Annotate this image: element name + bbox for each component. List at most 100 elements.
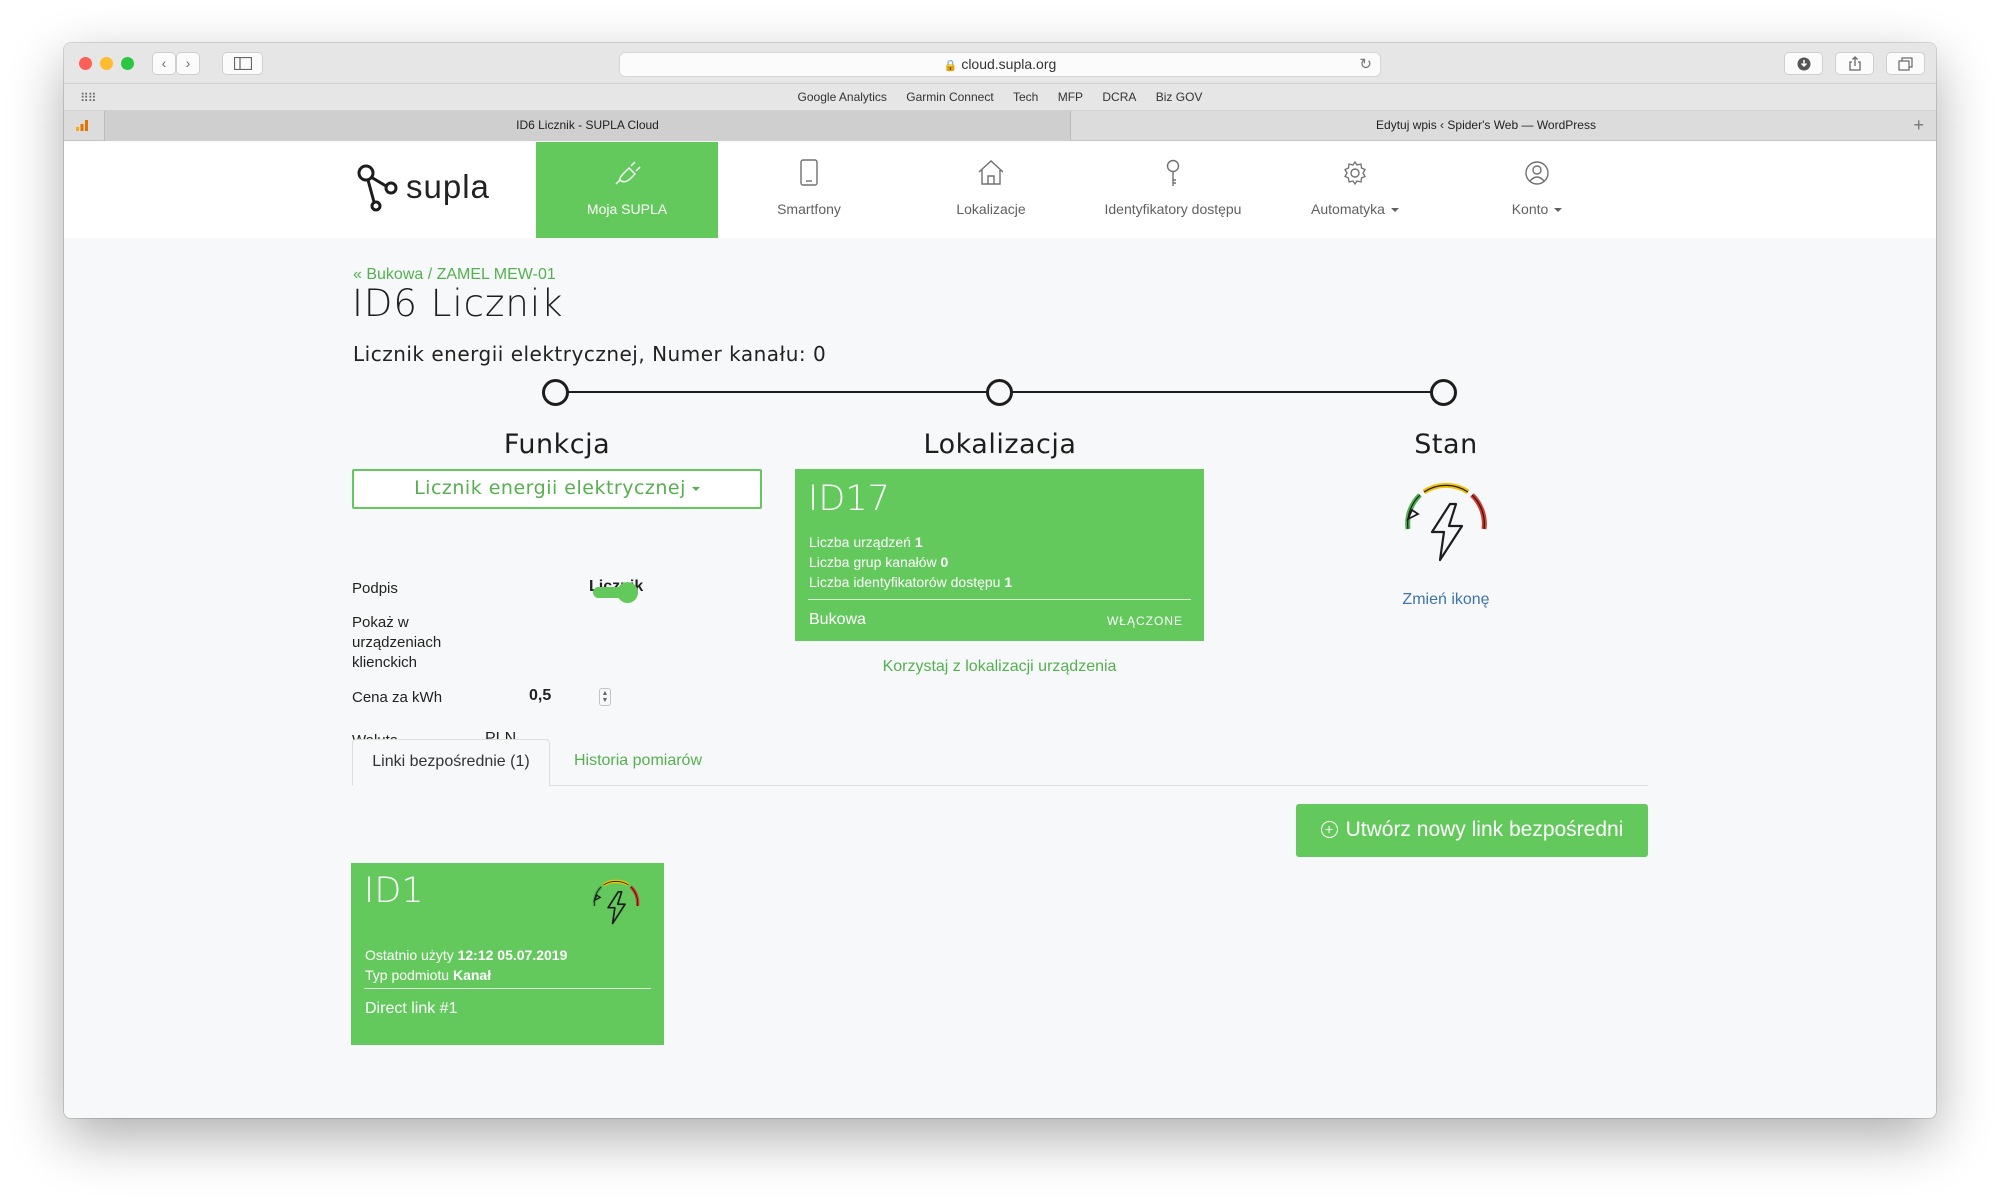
create-direct-link-label: Utwórz nowy link bezpośredni: [1345, 818, 1624, 841]
location-status-badge: WŁĄCZONE: [1106, 614, 1183, 628]
smartphone-icon: [800, 159, 818, 186]
stepper-node-lokalizacja: [986, 379, 1013, 406]
address-bar[interactable]: 🔒 cloud.supla.org ↻: [619, 52, 1381, 77]
electricity-meter-icon[interactable]: [1386, 472, 1506, 572]
downloads-button[interactable]: [1784, 52, 1823, 75]
caret-down-icon: [691, 486, 700, 491]
stepper-node-funkcja: [542, 379, 569, 406]
nav-lokalizacje[interactable]: Lokalizacje: [900, 142, 1082, 238]
browser-window: ‹ › 🔒 cloud.supla.org ↻ ⠿⠿ Google Analyt…: [64, 43, 1936, 1118]
electricity-meter-icon: [592, 879, 640, 925]
direct-link-last-used: Ostatnio użyty 12:12 05.07.2019: [365, 947, 568, 963]
zoom-window-button[interactable]: [121, 57, 134, 70]
stan-heading: Stan: [1414, 429, 1478, 460]
plus-circle-icon: +: [1320, 821, 1338, 838]
main-navigation: supla Moja SUPLA Smartfony Lokalizacje I…: [64, 142, 1936, 238]
bookmark-item[interactable]: Garmin Connect: [906, 90, 993, 104]
sidebar-toggle-button[interactable]: [222, 52, 263, 75]
new-tab-button[interactable]: +: [1913, 111, 1924, 140]
channel-subtitle: Licznik energii elektrycznej, Numer kana…: [353, 342, 827, 366]
plug-icon: [615, 161, 641, 185]
tabs-icon: [1898, 57, 1913, 71]
browser-tab-active[interactable]: ID6 Licznik - SUPLA Cloud: [104, 111, 1071, 141]
lock-icon: 🔒: [943, 60, 958, 72]
tab-overview-button[interactable]: [1886, 52, 1925, 75]
reload-icon[interactable]: ↻: [1359, 53, 1372, 76]
chevron-left-icon: ‹: [161, 55, 167, 71]
show-in-clients-toggle[interactable]: [591, 582, 639, 603]
nav-label-with-caret: Konto: [1446, 201, 1628, 217]
bookmark-item[interactable]: DCRA: [1102, 90, 1136, 104]
url-text: cloud.supla.org: [961, 56, 1057, 72]
direct-link-id: ID1: [364, 871, 424, 911]
nav-label: Smartfony: [777, 201, 841, 217]
price-input[interactable]: 0,5: [529, 687, 551, 705]
page-title: ID6 Licznik: [352, 282, 564, 325]
funkcja-heading: Funkcja: [503, 429, 611, 460]
price-label: Cena za kWh: [352, 689, 443, 706]
location-id: ID17: [808, 479, 890, 519]
caret-down-icon: [1390, 208, 1399, 213]
direct-link-subject-type: Typ podmiotu Kanał: [365, 967, 492, 983]
browser-titlebar: ‹ › 🔒 cloud.supla.org ↻: [64, 43, 1936, 84]
tab-direct-links[interactable]: Linki bezpośrednie (1): [352, 739, 550, 786]
sidebar-icon: [233, 56, 252, 71]
bookmark-item[interactable]: Google Analytics: [798, 90, 887, 104]
supla-logo-icon: [357, 164, 398, 212]
download-icon: [1797, 57, 1810, 71]
location-groups-line: Liczba grup kanałów 0: [809, 554, 949, 570]
close-window-button[interactable]: [79, 57, 92, 70]
nav-label: Identyfikatory dostępu: [1104, 201, 1242, 217]
back-button[interactable]: ‹: [152, 52, 176, 75]
card-divider: [364, 988, 651, 989]
toggle-knob: [617, 582, 638, 603]
location-aids-line: Liczba identyfikatorów dostępu 1: [809, 574, 1013, 590]
nav-label: Lokalizacje: [956, 201, 1026, 217]
brand-name: supla: [406, 168, 490, 205]
nav-label-with-caret: Automatyka: [1264, 201, 1446, 217]
lokalizacja-heading: Lokalizacja: [923, 429, 1077, 460]
bookmarks-bar: ⠿⠿ Google Analytics Garmin Connect Tech …: [64, 84, 1936, 111]
browser-tab-bar: ID6 Licznik - SUPLA Cloud Edytuj wpis ‹ …: [64, 111, 1936, 141]
use-device-location-link[interactable]: Korzystaj z lokalizacji urządzenia: [795, 658, 1204, 676]
stepper-down-icon[interactable]: ▼: [600, 697, 610, 704]
analytics-favicon-icon: [76, 120, 88, 131]
caret-down-icon: [1554, 208, 1563, 213]
browser-tab[interactable]: Edytuj wpis ‹ Spider's Web — WordPress: [1072, 111, 1900, 141]
tab-measurement-history[interactable]: Historia pomiarów: [553, 739, 723, 785]
gear-icon: [1344, 160, 1366, 186]
nav-moja-supla[interactable]: Moja SUPLA: [536, 142, 718, 238]
key-icon: [1166, 159, 1180, 186]
card-divider: [808, 599, 1191, 600]
nav-smartfony[interactable]: Smartfony: [718, 142, 900, 238]
stepper-node-stan: [1430, 379, 1457, 406]
user-icon: [1525, 161, 1549, 185]
bookmark-item[interactable]: Tech: [1013, 90, 1038, 104]
nav-automatyka[interactable]: Automatyka: [1264, 142, 1446, 238]
caption-label: Podpis: [352, 580, 398, 597]
bookmark-item[interactable]: MFP: [1058, 90, 1083, 104]
location-name: Bukowa: [809, 611, 866, 628]
price-stepper[interactable]: ▲ ▼: [599, 688, 611, 706]
location-card[interactable]: ID17 Liczba urządzeń 1 Liczba grup kanał…: [795, 469, 1204, 641]
bookmark-item[interactable]: Biz GOV: [1156, 90, 1203, 104]
direct-link-card[interactable]: ID1 Ostatnio użyty 12:12 05.07.2019 Typ …: [351, 863, 664, 1045]
minimize-window-button[interactable]: [100, 57, 113, 70]
share-icon: [1848, 56, 1861, 71]
change-icon-link[interactable]: Zmień ikonę: [1286, 591, 1606, 609]
location-devices-line: Liczba urządzeń 1: [809, 534, 923, 550]
stepper-up-icon[interactable]: ▲: [600, 690, 610, 697]
show-in-clients-label: Pokaż w urządzeniach klienckich: [352, 614, 442, 671]
page-content: supla Moja SUPLA Smartfony Lokalizacje I…: [64, 142, 1936, 1118]
function-dropdown-value: Licznik energii elektrycznej: [414, 477, 686, 499]
chevron-right-icon: ›: [185, 55, 191, 71]
function-dropdown[interactable]: Licznik energii elektrycznej: [352, 469, 762, 509]
forward-button[interactable]: ›: [176, 52, 200, 75]
nav-label: Moja SUPLA: [586, 201, 668, 217]
create-direct-link-button[interactable]: + Utwórz nowy link bezpośredni: [1296, 804, 1648, 857]
nav-identyfikatory[interactable]: Identyfikatory dostępu: [1082, 142, 1264, 238]
direct-link-name: Direct link #1: [365, 1000, 458, 1017]
home-icon: [978, 160, 1004, 185]
nav-konto[interactable]: Konto: [1446, 142, 1628, 238]
share-button[interactable]: [1835, 52, 1874, 75]
